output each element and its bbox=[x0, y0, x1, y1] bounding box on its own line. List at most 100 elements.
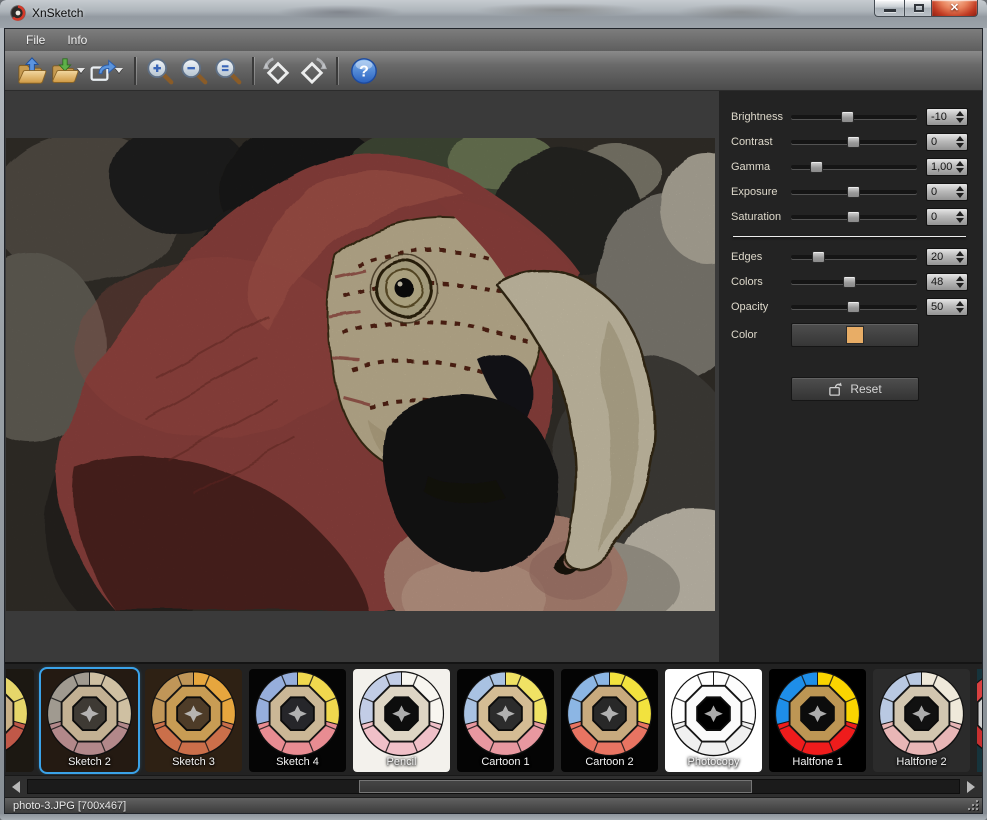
spinner-down-icon[interactable] bbox=[956, 168, 964, 173]
spinner-up-icon[interactable] bbox=[956, 276, 964, 281]
rotate-left-button[interactable] bbox=[261, 54, 295, 88]
save-dropdown-caret-icon[interactable] bbox=[77, 68, 85, 73]
resize-grip[interactable] bbox=[968, 800, 978, 810]
preset-tile-cartoon-1[interactable]: Cartoon 1 bbox=[457, 669, 554, 772]
export-dropdown-caret-icon[interactable] bbox=[115, 68, 123, 73]
preset-tile-sketch-2[interactable]: Sketch 2 bbox=[41, 669, 138, 772]
preset-wheel-image bbox=[563, 670, 656, 763]
spinbox-value: 0 bbox=[927, 211, 954, 223]
save-button[interactable] bbox=[51, 54, 89, 88]
edges-spinbox[interactable]: 20 bbox=[926, 248, 968, 266]
spinner-up-icon[interactable] bbox=[956, 186, 964, 191]
spinbox-value: 50 bbox=[927, 301, 954, 313]
opacity-slider[interactable] bbox=[791, 300, 917, 314]
colors-spinbox[interactable]: 48 bbox=[926, 273, 968, 291]
magnifier-plus-icon bbox=[145, 56, 175, 86]
slider-handle[interactable] bbox=[847, 211, 860, 223]
saturation-spinbox[interactable]: 0 bbox=[926, 208, 968, 226]
adjust-row-brightness: Brightness-10 bbox=[731, 104, 968, 129]
preset-tile-partial-left[interactable] bbox=[6, 669, 34, 772]
spinner-down-icon[interactable] bbox=[956, 258, 964, 263]
spinner-up-icon[interactable] bbox=[956, 211, 964, 216]
minimize-button[interactable] bbox=[874, 0, 904, 17]
close-button[interactable]: ✕ bbox=[932, 0, 978, 17]
adjust-row-edges: Edges20 bbox=[731, 244, 968, 269]
spinner-up-icon[interactable] bbox=[956, 161, 964, 166]
rotate-right-button[interactable] bbox=[295, 54, 329, 88]
menu-file[interactable]: File bbox=[17, 31, 54, 49]
opacity-spinbox[interactable]: 50 bbox=[926, 298, 968, 316]
preset-tile-haltfone-1[interactable]: Haltfone 1 bbox=[769, 669, 866, 772]
title-bar: XnSketch ✕ bbox=[0, 0, 987, 28]
color-swatch bbox=[846, 326, 864, 344]
slider-handle[interactable] bbox=[847, 186, 860, 198]
contrast-spinbox[interactable]: 0 bbox=[926, 133, 968, 151]
status-bar: photo-3.JPG [700x467] bbox=[5, 797, 982, 813]
horizontal-scrollbar bbox=[5, 775, 982, 797]
preset-tile[interactable] bbox=[977, 669, 982, 772]
preset-tile[interactable] bbox=[6, 669, 34, 772]
spinner-down-icon[interactable] bbox=[956, 193, 964, 198]
spinner-down-icon[interactable] bbox=[956, 143, 964, 148]
saturation-slider[interactable] bbox=[791, 210, 917, 224]
preset-tile-cartoon-2[interactable]: Cartoon 2 bbox=[561, 669, 658, 772]
adjust-row-gamma: Gamma1,00 bbox=[731, 154, 968, 179]
slider-handle[interactable] bbox=[847, 301, 860, 313]
preset-tile-pencil[interactable]: Pencil bbox=[353, 669, 450, 772]
window-border-right bbox=[983, 28, 987, 820]
preset-wheel-image bbox=[667, 670, 760, 763]
saturation-label: Saturation bbox=[731, 211, 791, 223]
brightness-spinbox[interactable]: -10 bbox=[926, 108, 968, 126]
color-picker-button[interactable] bbox=[791, 323, 919, 347]
zoom-fit-button[interactable] bbox=[211, 54, 245, 88]
preset-tile-partial-right[interactable] bbox=[977, 669, 982, 772]
slider-track[interactable] bbox=[791, 115, 917, 119]
edges-slider[interactable] bbox=[791, 250, 917, 264]
slider-track[interactable] bbox=[791, 255, 917, 259]
spinner-down-icon[interactable] bbox=[956, 283, 964, 288]
spinner-up-icon[interactable] bbox=[956, 136, 964, 141]
slider-handle[interactable] bbox=[843, 276, 856, 288]
spinner-down-icon[interactable] bbox=[956, 218, 964, 223]
scrollbar-track[interactable] bbox=[27, 779, 960, 794]
contrast-slider[interactable] bbox=[791, 135, 917, 149]
help-button[interactable]: ? bbox=[345, 54, 383, 88]
spinbox-value: 1,00 bbox=[927, 161, 954, 173]
spinner-up-icon[interactable] bbox=[956, 251, 964, 256]
brightness-slider[interactable] bbox=[791, 110, 917, 124]
export-button[interactable] bbox=[89, 54, 127, 88]
preset-tile-photocopy[interactable]: Photocopy bbox=[665, 669, 762, 772]
maximize-button[interactable] bbox=[904, 0, 932, 17]
spinbox-value: 20 bbox=[927, 251, 954, 263]
preset-wheel-image bbox=[459, 670, 552, 763]
preset-tile-sketch-3[interactable]: Sketch 3 bbox=[145, 669, 242, 772]
gamma-spinbox[interactable]: 1,00 bbox=[926, 158, 968, 176]
exposure-slider[interactable] bbox=[791, 185, 917, 199]
scrollbar-right-button[interactable] bbox=[962, 778, 980, 795]
slider-handle[interactable] bbox=[812, 251, 825, 263]
zoom-in-button[interactable] bbox=[143, 54, 177, 88]
spinner-down-icon[interactable] bbox=[956, 308, 964, 313]
zoom-out-button[interactable] bbox=[177, 54, 211, 88]
spinner-down-icon[interactable] bbox=[956, 118, 964, 123]
colors-slider[interactable] bbox=[791, 275, 917, 289]
spinbox-value: 48 bbox=[927, 276, 954, 288]
spinner-up-icon[interactable] bbox=[956, 301, 964, 306]
exposure-spinbox[interactable]: 0 bbox=[926, 183, 968, 201]
preset-tile-sketch-4[interactable]: Sketch 4 bbox=[249, 669, 346, 772]
preset-wheel-image bbox=[875, 670, 968, 763]
preset-tile-haltfone-2[interactable]: Haltfone 2 bbox=[873, 669, 970, 772]
adjust-row-opacity: Opacity50 bbox=[731, 294, 968, 319]
scrollbar-left-button[interactable] bbox=[7, 778, 25, 795]
menu-info[interactable]: Info bbox=[58, 31, 96, 49]
gamma-slider[interactable] bbox=[791, 160, 917, 174]
preview-image bbox=[6, 138, 715, 611]
preset-wheel-image bbox=[251, 670, 344, 763]
scrollbar-thumb[interactable] bbox=[359, 780, 753, 793]
slider-handle[interactable] bbox=[847, 136, 860, 148]
slider-handle[interactable] bbox=[841, 111, 854, 123]
slider-handle[interactable] bbox=[810, 161, 823, 173]
reset-button[interactable]: Reset bbox=[791, 377, 919, 401]
spinner-up-icon[interactable] bbox=[956, 111, 964, 116]
open-button[interactable] bbox=[13, 54, 51, 88]
